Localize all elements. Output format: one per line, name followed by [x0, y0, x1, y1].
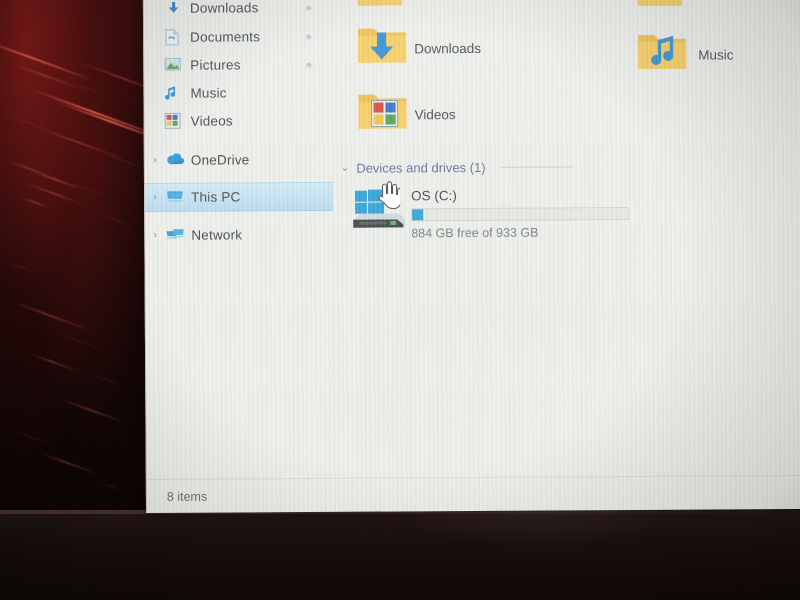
- pin-icon[interactable]: [302, 31, 313, 43]
- group-header-devices-and-drives[interactable]: ⌄ Devices and drives (1): [341, 159, 573, 176]
- picture-icon: [164, 56, 184, 74]
- folder-label: Music: [698, 47, 734, 63]
- drive-capacity-fill: [412, 209, 424, 221]
- folder-item-desktop[interactable]: Desktop: [636, 0, 742, 16]
- sidebar-item-videos[interactable]: Videos: [145, 106, 334, 136]
- folder-label: Videos: [414, 107, 456, 123]
- sidebar-label: OneDrive: [190, 152, 250, 168]
- chevron-right-icon[interactable]: ›: [145, 191, 165, 203]
- mouse-cursor-hand-icon: [374, 180, 402, 210]
- chevron-right-icon[interactable]: ›: [145, 229, 165, 241]
- content-pane: Documents Desktop: [334, 0, 800, 455]
- sidebar-label: Videos: [190, 113, 233, 129]
- sidebar-item-music[interactable]: Music: [144, 78, 333, 108]
- sidebar-item-this-pc[interactable]: › This PC: [144, 181, 334, 212]
- chevron-right-icon[interactable]: ›: [145, 154, 165, 166]
- sidebar-label: Music: [190, 85, 227, 101]
- drive-capacity-text: 884 GB free of 933 GB: [411, 225, 539, 241]
- chevron-down-icon[interactable]: ⌄: [341, 163, 349, 174]
- drive-capacity-bar: [411, 207, 630, 222]
- sidebar-label: Downloads: [189, 0, 259, 16]
- sidebar-item-pictures[interactable]: Pictures: [144, 50, 333, 80]
- folder-item-videos[interactable]: Videos: [356, 88, 456, 142]
- file-explorer-window: Downloads Documents Pictures Music Video…: [142, 0, 800, 513]
- desktop-wallpaper: [0, 0, 147, 515]
- drive-info: OS (C:) 884 GB free of 933 GB: [411, 187, 630, 241]
- folder-item-documents[interactable]: Documents: [356, 0, 473, 16]
- group-header-label: Devices and drives (1): [356, 159, 486, 176]
- download-arrow-icon: [164, 0, 184, 17]
- folder-item-downloads[interactable]: Downloads: [356, 22, 481, 76]
- folder-desktop-icon: [636, 0, 684, 16]
- pin-icon[interactable]: [302, 2, 313, 14]
- photo-scene: Downloads Documents Pictures Music Video…: [0, 0, 800, 600]
- music-note-icon: [164, 84, 184, 102]
- sidebar-label: This PC: [191, 189, 241, 205]
- folder-music-icon: [636, 29, 688, 82]
- sidebar-item-network[interactable]: › Network: [145, 220, 334, 250]
- sidebar-label: Documents: [190, 29, 261, 45]
- item-count-text: 8 items: [166, 489, 208, 504]
- video-tiles-icon: [164, 112, 185, 130]
- document-icon: [164, 28, 184, 46]
- sidebar-item-downloads[interactable]: Downloads: [144, 0, 333, 23]
- group-header-rule: [500, 166, 573, 168]
- navigation-pane: Downloads Documents Pictures Music Video…: [144, 0, 336, 456]
- sidebar-label: Network: [191, 227, 243, 243]
- folder-videos-icon: [356, 88, 408, 141]
- status-bar: 8 items: [146, 474, 800, 513]
- sidebar-label: Pictures: [190, 57, 241, 73]
- sidebar-item-onedrive[interactable]: › OneDrive: [145, 145, 334, 175]
- folder-item-music[interactable]: Music: [636, 28, 734, 82]
- folder-downloads-icon: [356, 22, 408, 75]
- sidebar-item-documents[interactable]: Documents: [144, 22, 333, 52]
- pin-icon[interactable]: [302, 59, 313, 71]
- folder-label: Downloads: [414, 40, 482, 57]
- folder-documents-icon: [356, 0, 404, 16]
- network-icon: [165, 226, 185, 244]
- drive-name: OS (C:): [411, 188, 457, 204]
- monitor-icon: [165, 188, 185, 206]
- cloud-icon: [165, 151, 185, 169]
- desk-surface: [0, 510, 800, 600]
